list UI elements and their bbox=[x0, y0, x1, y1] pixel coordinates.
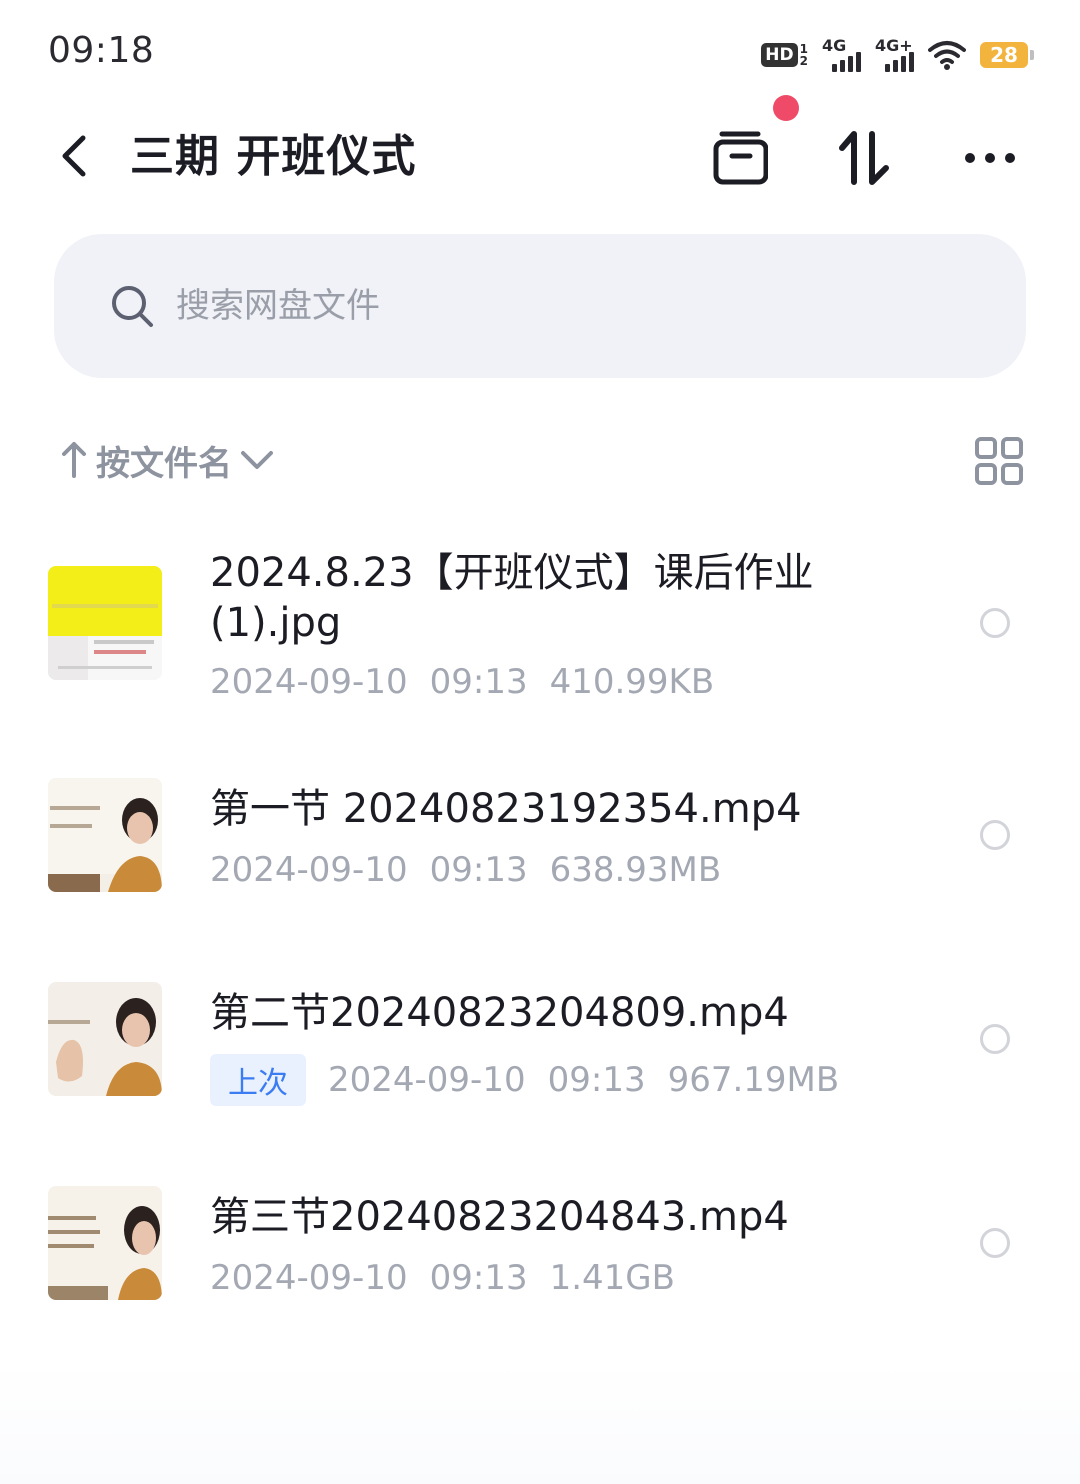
hd-voice-icon: HD 1 2 bbox=[761, 43, 808, 67]
file-meta: 上次 2024-09-10 09:13 967.19MB bbox=[210, 1054, 839, 1106]
video-thumbnail bbox=[48, 778, 162, 892]
file-size: 1.41GB bbox=[549, 1258, 675, 1298]
signal-4g-plus-icon: 4G+ bbox=[875, 36, 914, 72]
file-size: 967.19MB bbox=[667, 1060, 840, 1100]
image-thumbnail bbox=[48, 566, 162, 680]
last-viewed-badge: 上次 bbox=[210, 1054, 306, 1106]
file-time: 09:13 bbox=[429, 850, 528, 890]
file-meta: 2024-09-10 09:13 410.99KB bbox=[210, 662, 714, 702]
archive-box-icon bbox=[713, 131, 768, 185]
file-name-line1: 2024.8.23【开班仪式】课后作业 bbox=[210, 550, 814, 596]
select-radio[interactable] bbox=[980, 1024, 1010, 1054]
file-meta: 2024-09-10 09:13 1.41GB bbox=[210, 1258, 675, 1298]
file-name: 第一节 20240823192354.mp4 bbox=[210, 786, 802, 832]
file-date: 2024-09-10 bbox=[328, 1060, 526, 1100]
network-type-1: 4G bbox=[822, 36, 847, 55]
chevron-down-icon bbox=[241, 451, 273, 469]
file-row[interactable]: 第一节 20240823192354.mp4 2024-09-10 09:13 … bbox=[0, 760, 1080, 920]
file-meta: 2024-09-10 09:13 638.93MB bbox=[210, 850, 721, 890]
file-time: 09:13 bbox=[429, 662, 528, 702]
hd-label: HD bbox=[761, 43, 798, 67]
video-thumbnail bbox=[48, 1186, 162, 1300]
file-row[interactable]: 第二节20240823204809.mp4 上次 2024-09-10 09:1… bbox=[0, 964, 1080, 1124]
select-radio[interactable] bbox=[980, 1228, 1010, 1258]
notification-dot bbox=[773, 95, 799, 121]
hd-sub-bottom: 2 bbox=[799, 54, 808, 68]
file-name: 第三节20240823204843.mp4 bbox=[210, 1194, 789, 1240]
file-name: 第二节20240823204809.mp4 bbox=[210, 990, 789, 1036]
sort-label: 按文件名 bbox=[96, 443, 232, 484]
chevron-left-icon bbox=[62, 135, 86, 177]
battery-icon: 28 bbox=[980, 42, 1034, 68]
app-screen: 09:18 HD 1 2 4G 4G+ 28 三期 开班仪式 搜索网盘文件 按文… bbox=[0, 0, 1080, 1484]
sort-arrows-icon bbox=[839, 131, 889, 185]
search-input[interactable] bbox=[174, 285, 938, 327]
select-radio[interactable] bbox=[980, 608, 1010, 638]
signal-4g-icon: 4G bbox=[822, 36, 861, 72]
battery-level: 28 bbox=[980, 42, 1028, 68]
grid-view-icon[interactable] bbox=[974, 436, 1024, 486]
video-thumbnail bbox=[48, 982, 162, 1096]
file-date: 2024-09-10 bbox=[210, 850, 408, 890]
page-title: 三期 开班仪式 bbox=[130, 131, 417, 182]
select-radio[interactable] bbox=[980, 820, 1010, 850]
file-name: 2024.8.23【开班仪式】课后作业 (1).jpg bbox=[210, 548, 890, 648]
file-time: 09:13 bbox=[429, 1258, 528, 1298]
back-button[interactable] bbox=[46, 126, 102, 186]
more-button[interactable] bbox=[954, 122, 1026, 194]
file-size: 638.93MB bbox=[549, 850, 722, 890]
file-name-line2: (1).jpg bbox=[210, 600, 342, 646]
wifi-icon bbox=[928, 41, 966, 70]
file-time: 09:13 bbox=[547, 1060, 646, 1100]
status-icons: HD 1 2 4G 4G+ 28 bbox=[761, 34, 1034, 76]
file-date: 2024-09-10 bbox=[210, 1258, 408, 1298]
file-date: 2024-09-10 bbox=[210, 662, 408, 702]
sort-selector[interactable]: 按文件名 bbox=[60, 432, 274, 488]
network-type-2: 4G+ bbox=[875, 36, 913, 55]
archive-button[interactable] bbox=[702, 122, 774, 194]
arrow-up-icon bbox=[62, 442, 86, 478]
search-bar[interactable] bbox=[54, 234, 1026, 378]
status-time: 09:18 bbox=[48, 30, 155, 71]
more-dots-icon bbox=[965, 153, 1015, 163]
sort-button[interactable] bbox=[828, 122, 900, 194]
file-row[interactable]: 第三节20240823204843.mp4 2024-09-10 09:13 1… bbox=[0, 1168, 1080, 1328]
file-row[interactable]: 2024.8.23【开班仪式】课后作业 (1).jpg 2024-09-10 0… bbox=[0, 540, 1080, 720]
file-size: 410.99KB bbox=[549, 662, 715, 702]
search-icon bbox=[112, 286, 153, 327]
hd-sub: 1 2 bbox=[800, 43, 808, 67]
